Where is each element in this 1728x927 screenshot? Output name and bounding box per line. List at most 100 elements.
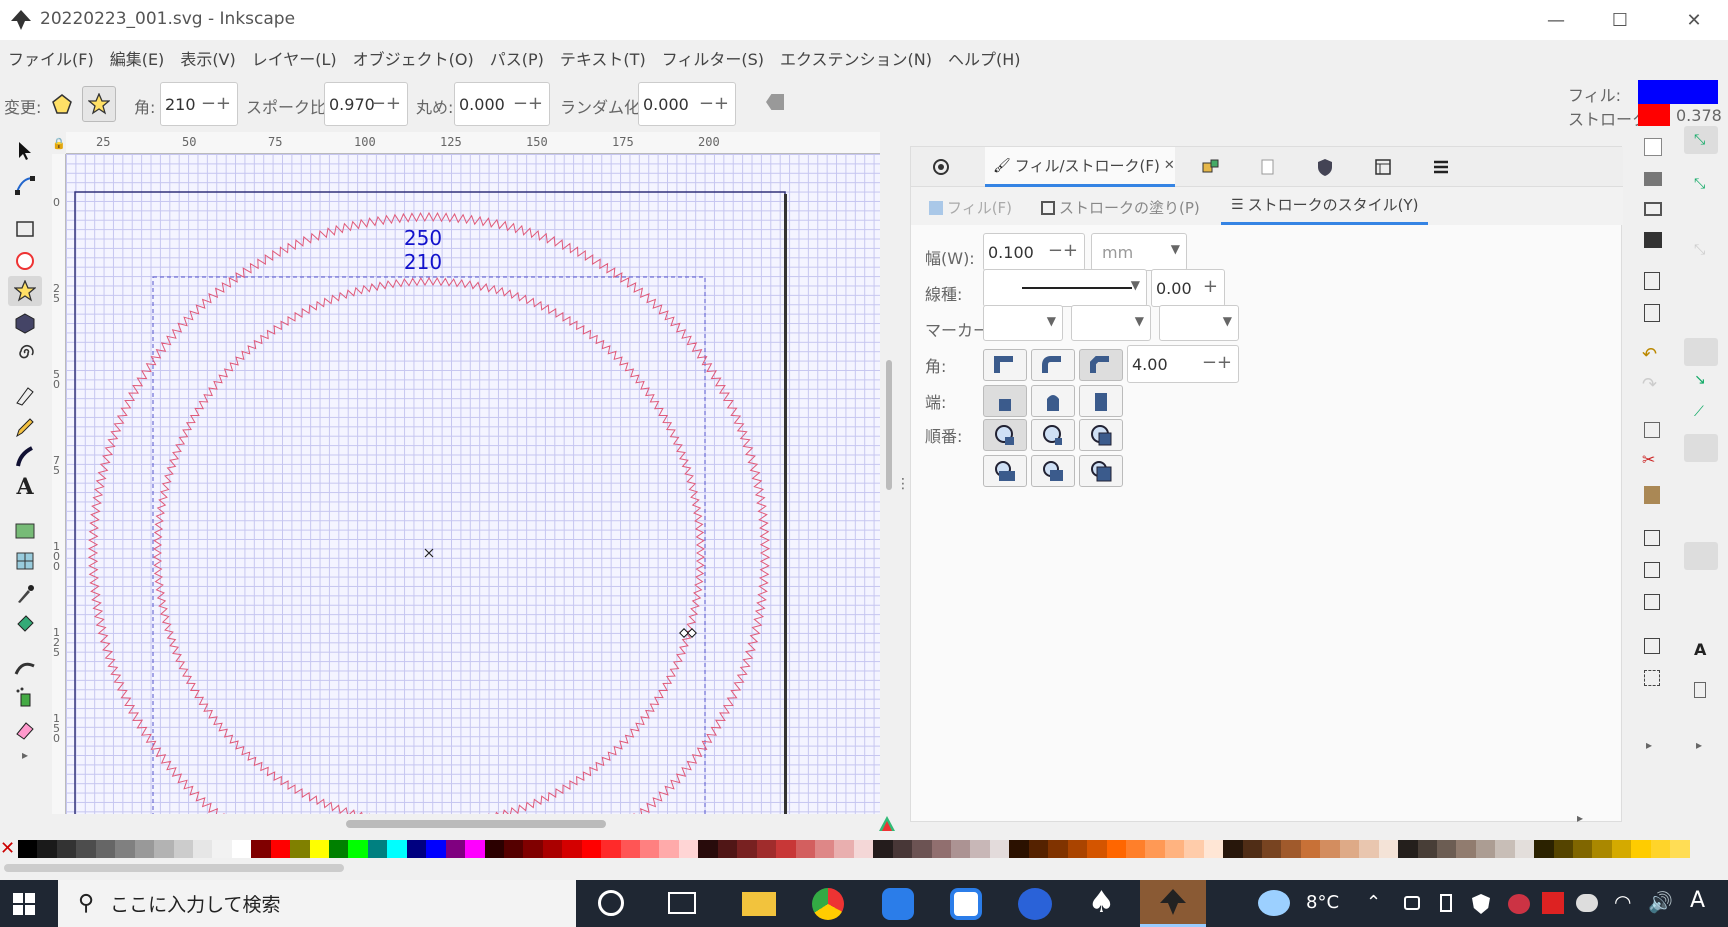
file-explorer-icon[interactable] (742, 892, 776, 916)
palette-swatch[interactable] (1028, 840, 1049, 858)
corners-input[interactable]: 210 −+ (160, 82, 238, 126)
palette-swatch[interactable] (1262, 840, 1282, 858)
snap-edge-icon[interactable]: ⤡ (1694, 242, 1705, 258)
object-props-tab-icon[interactable] (1363, 147, 1403, 187)
palette-swatch[interactable] (814, 840, 835, 858)
palette-swatch[interactable] (601, 840, 621, 858)
spade-app-icon[interactable]: ♠ (1088, 886, 1115, 920)
palette-swatch[interactable] (1087, 840, 1107, 858)
copy-icon[interactable] (1644, 422, 1660, 438)
palette-swatch[interactable] (1009, 840, 1029, 858)
snap-nodes-button[interactable] (1684, 338, 1718, 366)
palette-swatch[interactable] (95, 840, 116, 858)
palette-swatch[interactable] (270, 840, 291, 858)
polygon-mode-icon[interactable] (50, 92, 74, 116)
bevel-join-button[interactable] (1079, 349, 1123, 381)
palette-swatch[interactable] (134, 840, 155, 858)
palette-swatch[interactable] (970, 840, 990, 858)
vpn-tray-icon[interactable] (1542, 892, 1564, 914)
palette-swatch[interactable] (912, 840, 932, 858)
menu-item[interactable]: 編集(E) (102, 46, 173, 70)
palette-swatch[interactable] (1281, 840, 1301, 858)
windows-start-icon[interactable] (12, 892, 36, 916)
paste-icon[interactable] (1644, 486, 1660, 504)
gradient-tool-icon[interactable] (10, 516, 40, 546)
palette-swatch[interactable] (115, 840, 135, 858)
toolbox-more-icon[interactable]: ▸ (10, 740, 40, 770)
snap-more-icon[interactable]: ▸ (1696, 738, 1702, 752)
menu-item[interactable]: ファイル(F) (0, 46, 102, 70)
palette-swatch[interactable] (445, 840, 466, 858)
subtab-stroke-paint[interactable]: ストロークの塗り(P) (1041, 197, 1200, 218)
palette-swatch[interactable] (737, 840, 757, 858)
palette-swatch[interactable] (795, 840, 815, 858)
paint-order-5-button[interactable] (1031, 455, 1075, 487)
palette-swatch[interactable] (1048, 840, 1068, 858)
app-blue-icon[interactable] (882, 888, 914, 920)
palette-swatch[interactable] (212, 840, 232, 858)
palette-swatch[interactable] (1417, 840, 1437, 858)
snap-intersect-icon[interactable]: ⟋ (1694, 404, 1704, 420)
palette-swatch[interactable] (173, 840, 193, 858)
palette-swatch[interactable] (426, 840, 446, 858)
clone-icon[interactable] (1644, 562, 1660, 578)
duplicate-icon[interactable] (1644, 530, 1660, 546)
menu-item[interactable]: パス(P) (482, 46, 552, 70)
chevron-up-icon[interactable]: ⌃ (1366, 892, 1381, 913)
palette-swatch[interactable] (1359, 840, 1379, 858)
snap-bbox-icon[interactable]: ⤡ (1694, 176, 1705, 192)
butt-cap-button[interactable] (983, 385, 1027, 417)
palette-swatch[interactable] (640, 840, 660, 858)
palette-swatch[interactable] (1378, 840, 1399, 858)
commands-more-icon[interactable]: ▸ (1646, 738, 1652, 752)
align-tab-icon[interactable] (1191, 147, 1231, 187)
palette-swatch[interactable] (1631, 840, 1651, 858)
palette-swatch[interactable] (348, 840, 368, 858)
palette-swatch[interactable] (1164, 840, 1185, 858)
palette-swatch[interactable] (678, 840, 699, 858)
chrome-icon[interactable] (812, 888, 844, 920)
palette-swatch[interactable] (1125, 840, 1146, 858)
paint-order-2-button[interactable] (1031, 419, 1075, 451)
gamepad-icon[interactable] (1018, 888, 1052, 920)
menu-item[interactable]: オブジェクト(O) (345, 46, 482, 70)
new-document-icon[interactable] (1644, 138, 1662, 156)
color-manage-icon[interactable] (878, 815, 896, 833)
menu-item[interactable]: レイヤー(L) (244, 46, 345, 70)
palette-swatch[interactable] (717, 840, 738, 858)
palette-swatch[interactable] (1300, 840, 1321, 858)
round-join-button[interactable] (1031, 349, 1075, 381)
export-icon[interactable] (1644, 304, 1660, 322)
pen-tool-icon[interactable] (10, 380, 40, 410)
palette-swatch[interactable] (1106, 840, 1126, 858)
cortana-icon[interactable] (598, 890, 624, 916)
star-tool-icon[interactable] (8, 276, 42, 306)
palette-swatch[interactable] (251, 840, 271, 858)
palette-swatch[interactable] (698, 840, 718, 858)
open-folder-icon[interactable] (1644, 172, 1662, 186)
palette-swatch[interactable] (1456, 840, 1476, 858)
palette-swatch[interactable] (231, 840, 252, 858)
palette-swatch[interactable] (1650, 840, 1671, 858)
rectangle-tool-icon[interactable] (10, 214, 40, 244)
palette-swatch[interactable] (1592, 840, 1612, 858)
stroke-swatch[interactable] (1638, 104, 1670, 126)
redo-icon[interactable]: ↷ (1642, 374, 1657, 395)
palette-swatch[interactable] (951, 840, 971, 858)
dash-select[interactable]: ▼ (983, 269, 1147, 307)
palette-swatch[interactable] (1339, 840, 1360, 858)
palette-scrollbar[interactable] (4, 864, 344, 872)
paint-order-4-button[interactable] (983, 455, 1027, 487)
palette-swatch[interactable] (56, 840, 77, 858)
print-icon[interactable] (1644, 202, 1662, 216)
paint-order-3-button[interactable] (1079, 419, 1123, 451)
palette-swatch[interactable] (853, 840, 874, 858)
weather-icon[interactable] (1258, 890, 1290, 916)
palette-swatch[interactable] (834, 840, 854, 858)
menu-item[interactable]: テキスト(T) (552, 46, 654, 70)
palette-swatch[interactable] (1553, 840, 1573, 858)
palette-swatch[interactable] (76, 840, 96, 858)
onedrive-icon[interactable] (1576, 894, 1598, 912)
width-input[interactable]: 0.100 −+ (983, 233, 1085, 271)
palette-swatch[interactable] (1611, 840, 1632, 858)
